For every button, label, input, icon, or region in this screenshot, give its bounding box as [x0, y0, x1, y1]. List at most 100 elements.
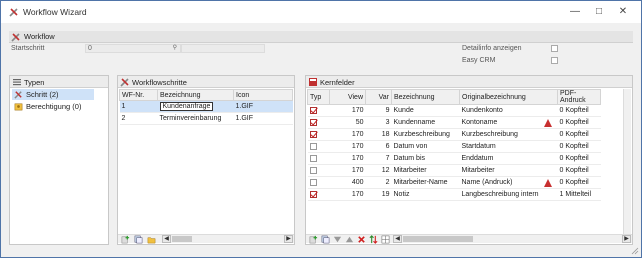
move-down-icon[interactable] [333, 235, 342, 244]
typ-checkbox[interactable] [309, 130, 317, 138]
pdf-number: 0 [559, 167, 564, 174]
scroll-thumb[interactable] [403, 236, 473, 242]
cell-originalbezeichnung: Kontoname [459, 116, 558, 129]
sort-icon[interactable] [369, 235, 378, 244]
var-value: 12 [381, 167, 390, 174]
cell-originalbezeichnung: Startdatum [459, 140, 558, 153]
scroll-left-button[interactable]: ◀ [393, 235, 402, 243]
bezeichnung-value: Kundenanfrage [159, 102, 214, 111]
col-originalbezeichnung[interactable]: Originalbezeichnung [459, 89, 558, 105]
table-row[interactable]: 170 18 Kurzbeschreibung Kurzbeschreibung 0 K… [307, 128, 601, 141]
col-wfnr[interactable]: WF-Nr. [119, 89, 158, 101]
cell-typ[interactable] [307, 176, 330, 189]
cell-typ[interactable] [307, 128, 330, 141]
typ-checkbox[interactable] [309, 118, 317, 126]
pdf-number: 0 [559, 143, 564, 150]
kernfelder-body: 170 9 Kunde Kundenkonto 0 Kopfteil 50 3 Kundenn… [307, 104, 601, 201]
cell-typ[interactable] [307, 164, 330, 177]
table-row[interactable]: 2 Terminvereinbarung 1.GIF [119, 112, 293, 125]
startschritt-field[interactable]: 0 ⚲ [85, 44, 181, 53]
typ-checkbox[interactable] [309, 166, 317, 174]
cell-var: 9 [365, 104, 392, 117]
bezeichnung-value: Terminvereinbarung [159, 115, 222, 122]
col-bezeichnung[interactable]: Bezeichnung [391, 89, 460, 105]
typ-checkbox[interactable] [309, 190, 317, 198]
bezeichnung-value: Kundenname [393, 119, 436, 126]
icon-value: 1.GIF [235, 103, 254, 110]
delete-icon[interactable] [357, 235, 366, 244]
pdf-value: Kopfteil [565, 179, 589, 186]
cell-typ[interactable] [307, 188, 330, 201]
easycrm-checkbox[interactable] [551, 57, 558, 64]
table-row[interactable]: 170 12 Mitarbeiter Mitarbeiter 0 Kopfteil [307, 164, 601, 177]
scroll-right-button[interactable]: ▶ [622, 235, 631, 243]
add-icon[interactable] [309, 235, 318, 244]
minimize-button[interactable]: — [567, 4, 583, 20]
col-view[interactable]: View [329, 89, 366, 105]
kernfelder-panel: Kernfelder Typ View Var Bezeichnung Orig… [305, 75, 633, 245]
typ-checkbox[interactable] [309, 106, 317, 114]
cell-originalbezeichnung: Kurzbeschreibung [459, 128, 558, 141]
table-row[interactable]: 170 7 Datum bis Enddatum 0 Kopfteil [307, 152, 601, 165]
step-tools-icon [14, 91, 22, 99]
search-icon[interactable]: ⚲ [173, 45, 177, 52]
cell-wfnr: 2 [119, 112, 158, 125]
col-pdf-andruck[interactable]: PDF-Andruck [557, 89, 601, 105]
scroll-right-button[interactable]: ▶ [284, 235, 293, 243]
scroll-left-button[interactable]: ◀ [162, 235, 171, 243]
workflowschritte-header: Workflowschritte [118, 76, 294, 88]
cell-pdf-andruck: 0 Kopfteil [557, 152, 601, 165]
typen-panel-header: Typen [10, 76, 108, 88]
originalbezeichnung-value: Mitarbeiter [461, 167, 495, 174]
startschritt-label: Startschritt [11, 45, 45, 52]
table-row[interactable]: 170 9 Kunde Kundenkonto 0 Kopfteil [307, 104, 601, 117]
grid-icon[interactable] [381, 235, 390, 244]
cell-typ[interactable] [307, 152, 330, 165]
add-icon[interactable] [121, 235, 130, 244]
resize-grip-icon[interactable] [631, 247, 639, 255]
cell-bezeichnung: Kunde [391, 104, 460, 117]
startschritt-value: 0 [88, 45, 92, 52]
warning-icon [543, 179, 552, 187]
close-button[interactable]: ✕ [615, 4, 631, 20]
cell-view: 170 [329, 152, 366, 165]
typ-checkbox[interactable] [309, 142, 317, 150]
move-up-icon[interactable] [345, 235, 354, 244]
col-var[interactable]: Var [365, 89, 392, 105]
type-item-schritt[interactable]: Schritt (2) [12, 89, 94, 100]
cell-pdf-andruck: 0 Kopfteil [557, 128, 601, 141]
cell-view: 170 [329, 188, 366, 201]
col-icon[interactable]: Icon [233, 89, 293, 101]
copy-icon[interactable] [321, 235, 330, 244]
cell-originalbezeichnung: Mitarbeiter [459, 164, 558, 177]
kernfelder-toolbar: ◀ ▶ [306, 234, 632, 244]
typ-checkbox[interactable] [309, 178, 317, 186]
col-bezeichnung[interactable]: Bezeichnung [157, 89, 234, 101]
scroll-thumb[interactable] [172, 236, 192, 242]
bezeichnung-value: Kurzbeschreibung [393, 131, 450, 138]
pdf-number: 0 [559, 155, 564, 162]
table-row[interactable]: 170 19 Notiz Langbeschreibung intern 1 Mitte… [307, 188, 601, 201]
cell-typ[interactable] [307, 140, 330, 153]
var-value: 2 [385, 179, 390, 186]
cell-bezeichnung: Datum bis [391, 152, 460, 165]
table-row[interactable]: 1 Kundenanfrage 1.GIF [119, 100, 293, 113]
col-typ[interactable]: Typ [307, 89, 330, 105]
folder-icon[interactable] [147, 235, 156, 244]
copy-icon[interactable] [134, 235, 143, 244]
cell-bezeichnung[interactable]: Kundenanfrage [157, 100, 234, 113]
cell-wfnr: 1 [119, 100, 158, 113]
maximize-button[interactable]: □ [591, 4, 607, 20]
cell-view: 170 [329, 128, 366, 141]
type-item-berechtigung[interactable]: Berechtigung (0) [12, 101, 94, 112]
detailinfo-checkbox[interactable] [551, 45, 558, 52]
originalbezeichnung-value: Startdatum [461, 143, 496, 150]
table-row[interactable]: 170 6 Datum von Startdatum 0 Kopfteil [307, 140, 601, 153]
cell-typ[interactable] [307, 116, 330, 129]
vertical-scrollbar[interactable] [623, 89, 631, 235]
cell-view: 170 [329, 164, 366, 177]
table-row[interactable]: 50 3 Kundenname Kontoname 0 Kopfteil [307, 116, 601, 129]
typ-checkbox[interactable] [309, 154, 317, 162]
table-row[interactable]: 400 2 Mitarbeiter-Name Name (Andruck) 0 Kopf… [307, 176, 601, 189]
cell-typ[interactable] [307, 104, 330, 117]
